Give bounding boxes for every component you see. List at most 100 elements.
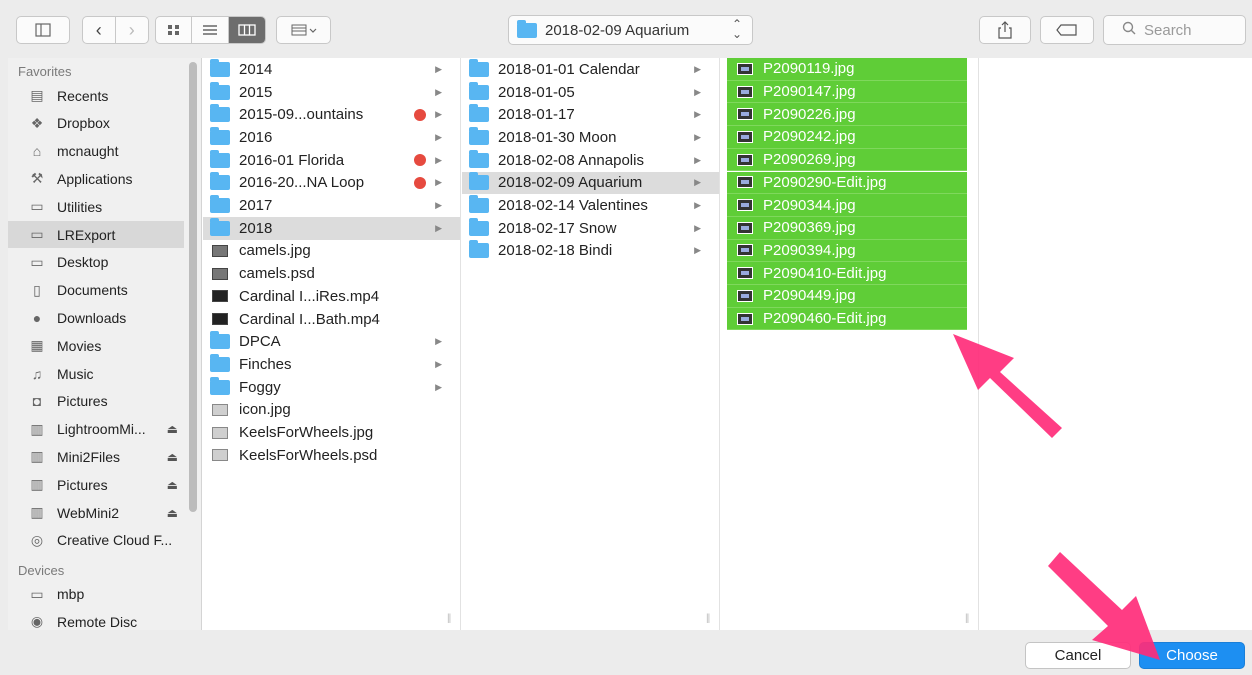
file-list-row[interactable]: 2018-02-08 Annapolis ▶ [462, 149, 719, 172]
file-name: Finches [239, 355, 292, 373]
sidebar-item[interactable]: ◘ Pictures [8, 388, 184, 415]
sidebar-item[interactable]: ⚒ Applications [8, 165, 184, 192]
sidebar-item[interactable]: ▭ Utilities [8, 193, 184, 220]
file-list-row[interactable]: Foggy ▶ [203, 376, 460, 399]
sidebar-item[interactable]: ◎ Creative Cloud F... [8, 527, 184, 554]
selected-file-row[interactable]: P2090369.jpg [727, 216, 967, 240]
sidebar-item[interactable]: ❖ Dropbox [8, 110, 184, 137]
selected-file-row[interactable]: P2090226.jpg [727, 103, 967, 127]
sidebar-item-label: LightroomMi... [57, 421, 146, 438]
file-list-row[interactable]: 2015-09...ountains ▶ [203, 103, 460, 126]
selected-file-row[interactable]: P2090449.jpg [727, 285, 967, 308]
eject-icon[interactable]: ⏏ [167, 478, 178, 492]
sidebar-item-label: Documents [57, 282, 128, 299]
group-by-button[interactable] [276, 16, 331, 44]
file-list-row[interactable]: DPCA ▶ [203, 330, 460, 353]
file-list-row[interactable]: 2017 ▶ [203, 194, 460, 217]
file-list-row[interactable]: 2018-02-17 Snow ▶ [462, 217, 719, 240]
dropbox-icon: ❖ [30, 114, 44, 131]
file-list-row[interactable]: 2018 ▶ [203, 216, 460, 240]
icon-view-button[interactable] [156, 17, 193, 43]
file-name: icon.jpg [239, 401, 291, 419]
selected-file-row[interactable]: P2090242.jpg [727, 126, 967, 149]
file-list-row[interactable]: Finches ▶ [203, 353, 460, 376]
sidebar-item-label: Dropbox [57, 115, 110, 132]
file-list-row[interactable]: 2018-02-09 Aquarium ▶ [462, 171, 719, 195]
selected-file-row[interactable]: P2090269.jpg [727, 148, 967, 172]
file-list-row[interactable]: 2016-20...NA Loop ▶ [203, 172, 460, 195]
column-resize-handle[interactable]: || [447, 613, 451, 624]
column-resize-handle[interactable]: || [965, 613, 969, 624]
sidebar-item[interactable]: ▤ Recents [8, 82, 184, 109]
sidebar-item[interactable]: ⌂ mcnaught [8, 138, 184, 165]
column-view-button[interactable] [228, 17, 265, 43]
eject-icon[interactable]: ⏏ [167, 422, 178, 436]
file-list-row[interactable]: 2018-02-18 Bindi ▶ [462, 240, 719, 263]
sidebar-item[interactable]: ● Downloads [8, 304, 184, 331]
selected-file-row[interactable]: P2090290-Edit.jpg [727, 171, 967, 195]
forward-button[interactable]: › [116, 17, 149, 43]
back-button[interactable]: ‹ [83, 17, 116, 43]
folder-icon [468, 240, 490, 259]
tags-button[interactable] [1040, 16, 1094, 44]
column-resize-handle[interactable]: || [706, 613, 710, 624]
sidebar-toggle-button[interactable] [16, 16, 70, 44]
sidebar-item[interactable]: ▥ Pictures ⏏ [8, 471, 184, 498]
file-list-row[interactable]: 2016 ▶ [203, 126, 460, 149]
image-file-icon [209, 266, 231, 282]
file-list-row[interactable]: 2018-02-14 Valentines ▶ [462, 194, 719, 217]
share-button[interactable] [979, 16, 1031, 44]
sidebar-item[interactable]: ▭ Desktop [8, 249, 184, 276]
file-name: 2015-09...ountains [239, 106, 364, 124]
folder-icon [209, 172, 231, 191]
choose-button[interactable]: Choose [1139, 642, 1245, 669]
file-name: 2016-01 Florida [239, 151, 345, 169]
selected-file-row[interactable]: P2090460-Edit.jpg [727, 307, 967, 331]
selected-file-row[interactable]: P2090394.jpg [727, 239, 967, 263]
selected-file-row[interactable]: P2090147.jpg [727, 80, 967, 104]
view-mode-control [155, 16, 266, 44]
sidebar-item[interactable]: ▭ LRExport [8, 221, 184, 248]
sidebar-item[interactable]: ▥ WebMini2 ⏏ [8, 499, 184, 526]
sidebar-item[interactable]: ▦ Movies [8, 332, 184, 359]
sidebar-item[interactable]: ▭ mbp [8, 581, 184, 608]
file-list-row[interactable]: 2018-01-17 ▶ [462, 103, 719, 126]
folder-icon [209, 195, 231, 214]
sidebar-item[interactable]: ▯ Documents [8, 277, 184, 304]
browser-content: Favorites ▤ Recents ❖ Dropbox ⌂ mcnaught ⚒ Appli… [8, 58, 1252, 630]
sidebar-item-label: Creative Cloud F... [57, 532, 173, 549]
search-field[interactable]: Search [1103, 15, 1246, 45]
disclosure-arrow-icon: ▶ [694, 154, 701, 165]
folder-icon [209, 353, 231, 372]
sidebar-scrollbar[interactable] [189, 62, 197, 512]
file-list-row[interactable]: KeelsForWheels.jpg [203, 421, 460, 444]
file-name: P2090242.jpg [763, 128, 856, 146]
folder-icon [517, 19, 537, 38]
file-list-row[interactable]: Cardinal I...iRes.mp4 [203, 285, 460, 308]
file-list-row[interactable]: Cardinal I...Bath.mp4 [203, 308, 460, 331]
sidebar-item[interactable]: ♫ Music [8, 360, 184, 387]
sidebar-item[interactable]: ▥ LightroomMi... ⏏ [8, 416, 184, 443]
selected-file-row[interactable]: P2090119.jpg [727, 58, 967, 81]
cancel-button[interactable]: Cancel [1025, 642, 1131, 669]
selected-file-row[interactable]: P2090410-Edit.jpg [727, 262, 967, 285]
folder-icon: ▭ [30, 198, 44, 215]
file-list-row[interactable]: camels.jpg [203, 240, 460, 263]
disclosure-arrow-icon: ▶ [694, 86, 701, 97]
list-view-button[interactable] [192, 17, 229, 43]
sidebar-item[interactable]: ◉ Remote Disc [8, 608, 184, 630]
file-list-row[interactable]: 2018-01-01 Calendar ▶ [462, 58, 719, 81]
selected-file-row[interactable]: P2090344.jpg [727, 194, 967, 217]
path-popup[interactable]: 2018-02-09 Aquarium ⌃ ⌄ [508, 15, 753, 45]
file-list-row[interactable]: icon.jpg [203, 399, 460, 422]
eject-icon[interactable]: ⏏ [167, 450, 178, 464]
file-list-row[interactable]: 2016-01 Florida ▶ [203, 149, 460, 172]
file-list-row[interactable]: KeelsForWheels.psd [203, 444, 460, 467]
file-list-row[interactable]: 2015 ▶ [203, 81, 460, 104]
eject-icon[interactable]: ⏏ [167, 506, 178, 520]
file-list-row[interactable]: camels.psd [203, 262, 460, 285]
file-list-row[interactable]: 2018-01-05 ▶ [462, 81, 719, 104]
file-list-row[interactable]: 2018-01-30 Moon ▶ [462, 126, 719, 149]
sidebar-item[interactable]: ▥ Mini2Files ⏏ [8, 443, 184, 470]
file-list-row[interactable]: 2014 ▶ [203, 58, 460, 81]
